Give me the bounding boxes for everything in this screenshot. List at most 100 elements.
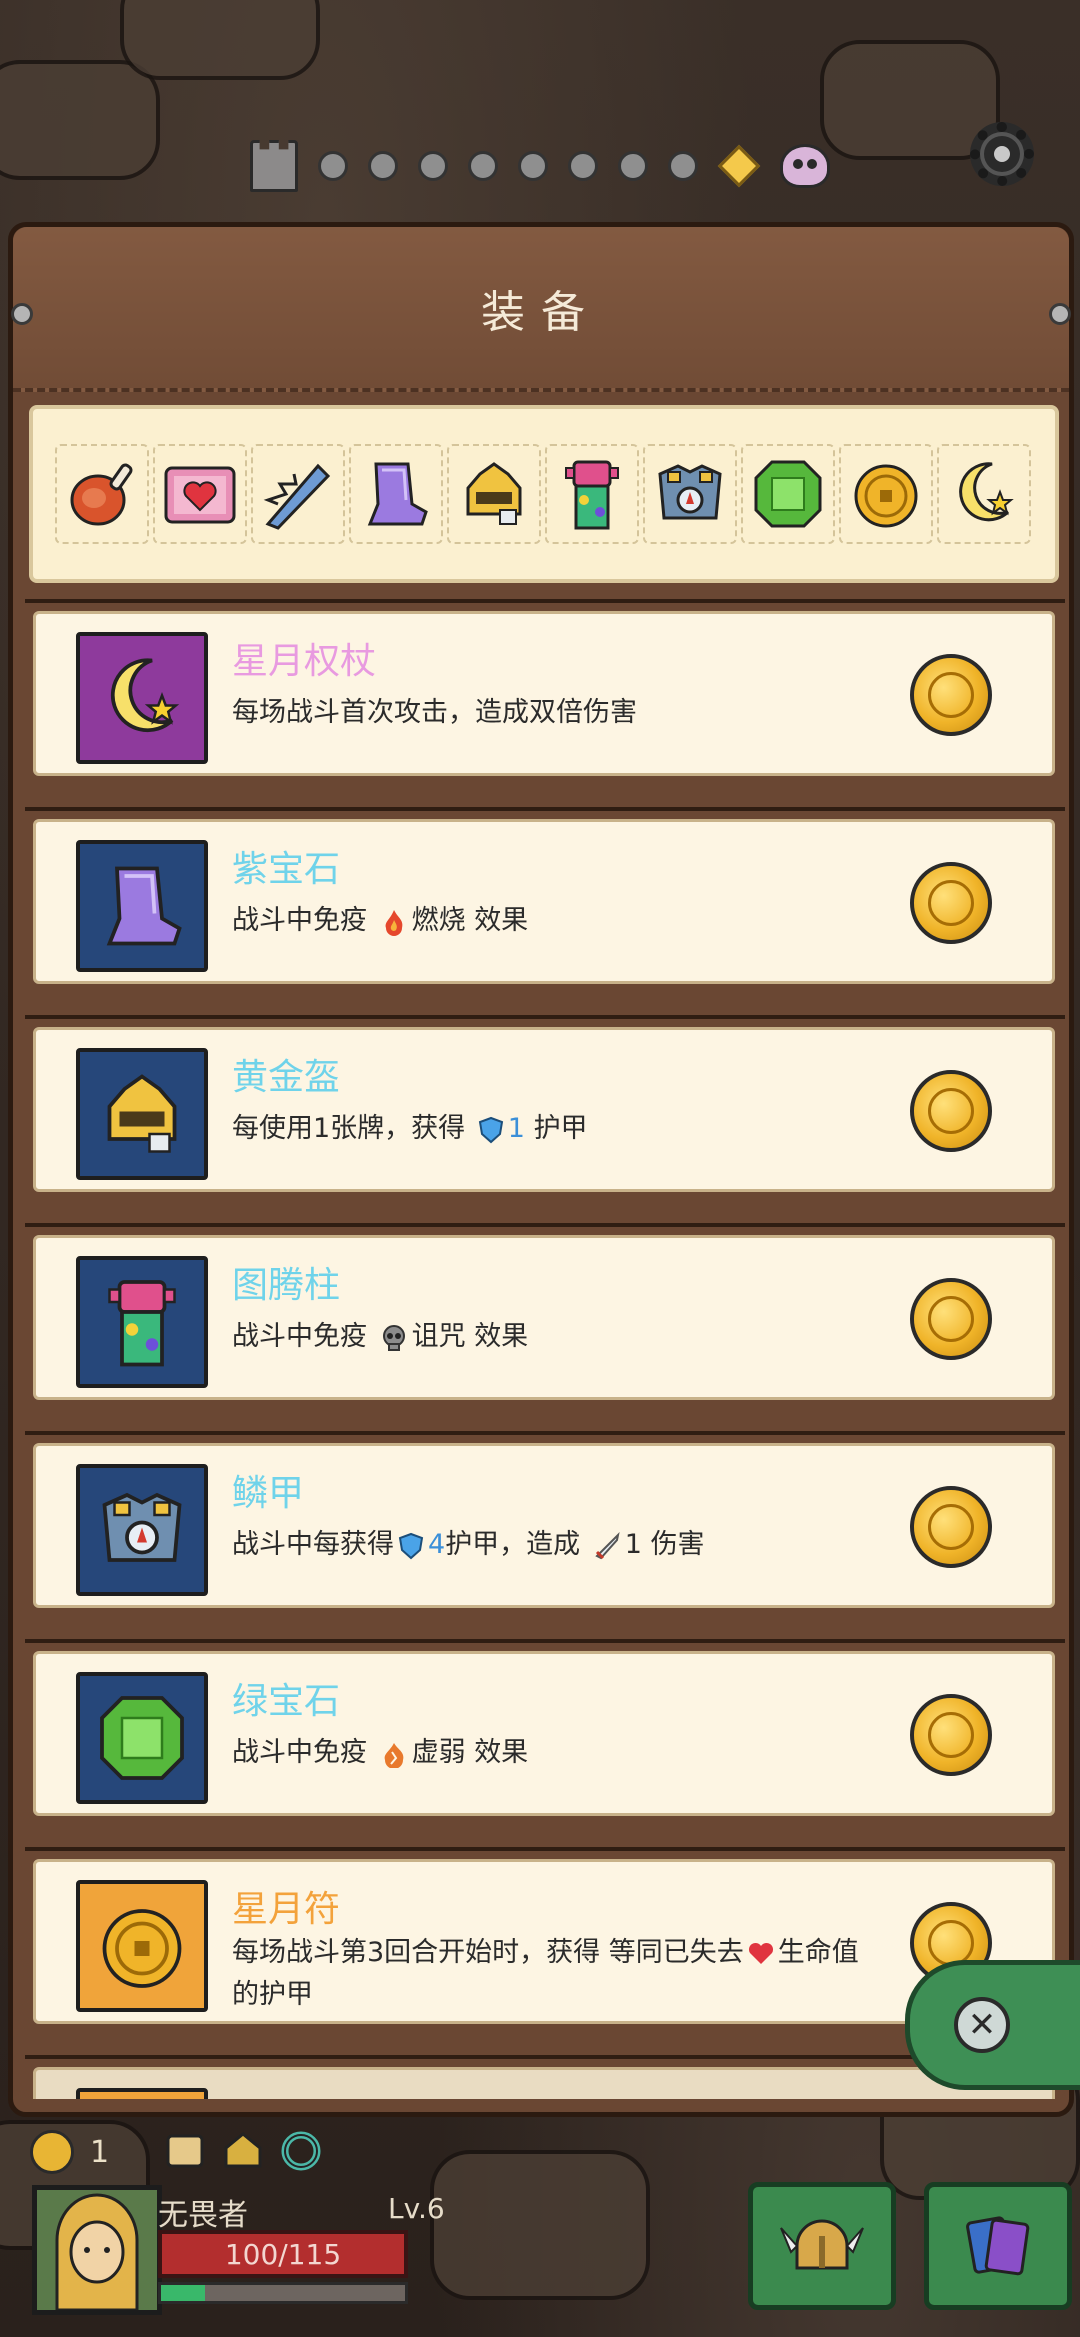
nail-icon: [11, 303, 33, 325]
progress-dot: [368, 151, 398, 181]
progress-dot: [668, 151, 698, 181]
purple-gem-boot-icon: [106, 866, 182, 946]
item-description: 战斗中免疫 诅咒 效果: [232, 1316, 932, 1358]
item-card[interactable]: 黄金盔 每使用1张牌，获得 1 护甲: [33, 1027, 1055, 1192]
item-name: 图腾柱: [232, 1265, 341, 1306]
gold-coin-icon: [910, 1278, 992, 1360]
cards-icon: [966, 2216, 1030, 2276]
item-card[interactable]: [33, 2067, 1055, 2099]
desc-text: 护甲，造成: [445, 1529, 581, 1560]
item-icon-box: [76, 2088, 208, 2099]
item-name: 鳞甲: [232, 1473, 305, 1514]
damage-value: 1: [624, 1529, 642, 1560]
slot-meat[interactable]: [55, 444, 149, 544]
desc-text: 战斗中每获得: [232, 1529, 394, 1560]
item-card[interactable]: 图腾柱 战斗中免疫 诅咒 效果: [33, 1235, 1055, 1400]
item-card[interactable]: 紫宝石 战斗中免疫 燃烧 效果: [33, 819, 1055, 984]
item-description: 战斗中免疫 虚弱 效果: [232, 1732, 932, 1774]
close-icon[interactable]: ✕: [954, 1997, 1010, 2053]
equipment-panel: 装备 星月权杖 每场战斗首次攻击，造成双倍伤害 紫宝石 战斗中免疫 燃烧 效果 …: [8, 222, 1074, 2117]
boss-skull-icon: [780, 144, 830, 188]
ring-icon[interactable]: [276, 2126, 326, 2176]
list-item[interactable]: 紫宝石 战斗中免疫 燃烧 效果: [25, 807, 1065, 987]
sword-icon: [595, 1531, 620, 1559]
hp-text: 100/115: [224, 2237, 342, 2271]
equipment-list: 星月权杖 每场战斗首次攻击，造成双倍伤害 紫宝石 战斗中免疫 燃烧 效果 黄金盔…: [25, 599, 1065, 2099]
slot-totem[interactable]: [545, 444, 639, 544]
status-name: 燃烧: [411, 905, 466, 936]
desc-text: 伤害: [650, 1529, 705, 1560]
spiked-club-icon: [263, 463, 331, 530]
heart-icon: [748, 1942, 773, 1964]
progress-dot: [568, 151, 598, 181]
scale-armor-icon: [102, 1492, 182, 1562]
xp-bar: [158, 2282, 408, 2304]
status-name: 虚弱: [411, 1737, 466, 1768]
desc-text: 效果: [474, 1737, 529, 1768]
desc-text: 生命值: [777, 1937, 859, 1968]
progress-dot: [518, 151, 548, 181]
list-item[interactable]: 星月权杖 每场战斗首次攻击，造成双倍伤害: [25, 599, 1065, 779]
desc-text: 战斗中免疫: [232, 1321, 367, 1352]
scroll-icon[interactable]: [160, 2126, 210, 2176]
viking-helmet-icon: [780, 2219, 864, 2270]
slot-star-moon-scepter[interactable]: [937, 444, 1031, 544]
gold-coin-icon: [30, 2130, 74, 2174]
list-item[interactable]: 鳞甲 战斗中每获得 4护甲，造成 1 伤害: [25, 1431, 1065, 1611]
helmet-relic-icon[interactable]: [218, 2126, 268, 2176]
status-name: 诅咒: [411, 1321, 466, 1352]
slot-scale-armor[interactable]: [643, 444, 737, 544]
item-card[interactable]: 绿宝石 战斗中免疫 虚弱 效果: [33, 1651, 1055, 1816]
item-name: 绿宝石: [232, 1681, 341, 1722]
treasure-diamond-icon: [717, 144, 761, 188]
star-moon-scepter-icon: [110, 658, 180, 733]
slot-golden-helmet[interactable]: [447, 444, 541, 544]
weak-icon: [384, 1742, 403, 1768]
desc-text: 效果: [474, 1321, 529, 1352]
shield-icon: [398, 1532, 424, 1559]
item-icon-box: [76, 1464, 208, 1596]
hero-portrait[interactable]: [32, 2185, 162, 2315]
slot-green-gem[interactable]: [741, 444, 835, 544]
green-gem-icon: [754, 460, 822, 528]
item-icon-box: [76, 1048, 208, 1180]
cards-button[interactable]: [924, 2182, 1072, 2310]
gold-coin-icon: [910, 862, 992, 944]
desc-text: 效果: [474, 905, 529, 936]
totem-icon: [565, 460, 619, 530]
close-tab[interactable]: ✕: [905, 1960, 1080, 2090]
settings-gear-icon[interactable]: [970, 122, 1034, 186]
item-name: 黄金盔: [232, 1057, 341, 1098]
gold-counter: 1: [30, 2130, 109, 2174]
item-card[interactable]: 星月权杖 每场战斗首次攻击，造成双倍伤害: [33, 611, 1055, 776]
equipment-button[interactable]: [748, 2182, 896, 2310]
gold-coin-icon: [910, 654, 992, 736]
hp-bar: 100/115: [158, 2230, 408, 2278]
list-item[interactable]: [25, 2055, 1065, 2099]
green-gem-icon: [100, 1696, 184, 1780]
list-item[interactable]: 黄金盔 每使用1张牌，获得 1 护甲: [25, 1015, 1065, 1195]
progress-dot: [468, 151, 498, 181]
slot-gold-amulet[interactable]: [839, 444, 933, 544]
slot-spiked-club[interactable]: [251, 444, 345, 544]
floor-progress: [250, 140, 830, 192]
nail-icon: [1049, 303, 1071, 325]
list-item[interactable]: 图腾柱 战斗中免疫 诅咒 效果: [25, 1223, 1065, 1403]
item-name: 紫宝石: [232, 849, 341, 890]
item-card[interactable]: 星月符 每场战斗第3回合开始时，获得 等同已失去 生命值 的护甲: [33, 1859, 1055, 2024]
desc-text: 每场战斗首次攻击，造成双倍伤害: [232, 697, 637, 728]
totem-icon: [108, 1280, 176, 1367]
slot-purple-gem[interactable]: [349, 444, 443, 544]
hero-level: Lv.6: [388, 2192, 445, 2225]
list-item[interactable]: 绿宝石 战斗中免疫 虚弱 效果: [25, 1639, 1065, 1819]
item-card[interactable]: 鳞甲 战斗中每获得 4护甲，造成 1 伤害: [33, 1443, 1055, 1608]
slot-heart-box[interactable]: [153, 444, 247, 544]
gold-coin-icon: [910, 1486, 992, 1568]
gold-amulet-icon: [854, 464, 918, 528]
gold-coin-icon: [910, 1694, 992, 1776]
item-name: 星月权杖: [232, 641, 377, 682]
hero-name: 无畏者: [158, 2198, 248, 2233]
item-description: 战斗中免疫 燃烧 效果: [232, 900, 932, 942]
gold-amount: 1: [90, 2134, 110, 2170]
star-moon-scepter-icon: [959, 462, 1014, 522]
